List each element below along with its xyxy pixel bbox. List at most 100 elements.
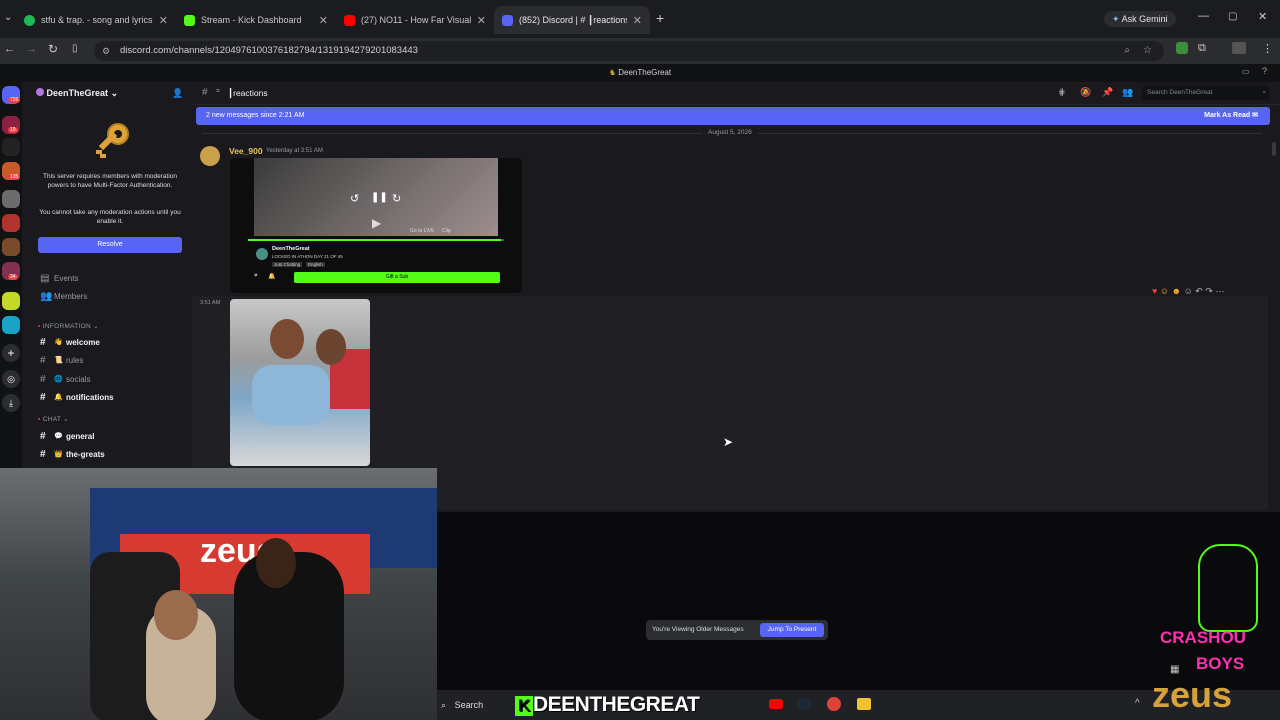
close-icon[interactable]: ✕ — [319, 14, 328, 27]
server-icon[interactable] — [2, 138, 20, 156]
channel-general[interactable]: # 💬 general 1 — [40, 428, 200, 444]
attachment-stream-screenshot[interactable]: ↺ ❚❚ ↻ ▶ Go to LIVE Clip DeenTheGreat LO… — [230, 158, 522, 293]
reaction-emoji-icon[interactable]: ☺ — [1160, 286, 1169, 296]
rewind-icon[interactable]: ↺ — [350, 192, 359, 205]
attachment-photo[interactable] — [230, 299, 370, 466]
server-icon[interactable] — [2, 214, 20, 232]
youtube-taskbar-icon[interactable] — [769, 699, 783, 709]
threads-icon[interactable]: ⋕ — [1058, 87, 1066, 98]
server-icon[interactable] — [2, 238, 20, 256]
pause-icon[interactable]: ❚❚ — [371, 192, 388, 203]
folder-taskbar-icon[interactable] — [857, 698, 871, 710]
clip-label[interactable]: Clip — [442, 228, 451, 234]
zoom-icon[interactable]: ⌕ — [1124, 41, 1130, 61]
progress-bar[interactable] — [248, 239, 504, 241]
mark-as-read-button[interactable]: Mark As Read ✉ — [1204, 107, 1258, 125]
jump-to-present-button[interactable]: Jump To Present — [760, 623, 824, 637]
search-placeholder: Search DeenTheGreat — [1147, 89, 1213, 96]
channel-header: # ⌗ ┃reactions ⋕ 🔕 📌 👥 Search DeenTheGre… — [192, 82, 1280, 105]
reaction-heart-icon[interactable]: ♥ — [1152, 286, 1157, 296]
steam-taskbar-icon[interactable] — [797, 697, 811, 711]
back-icon[interactable]: ← — [4, 43, 15, 55]
add-reaction-icon[interactable]: ☺ — [1184, 286, 1193, 296]
ask-gemini-button[interactable]: ✦ Ask Gemini — [1104, 11, 1176, 27]
gift-sub-button[interactable]: Gift a Sub — [294, 272, 500, 283]
search-input[interactable]: Search DeenTheGreat ⌕ — [1142, 86, 1270, 100]
sidebar-icon[interactable]: ▯ — [72, 43, 78, 54]
streamer-avatar — [256, 248, 268, 260]
server-icon[interactable] — [2, 292, 20, 310]
channel-the-greats[interactable]: # 👑 the-greats — [40, 446, 200, 462]
kick-icon — [184, 14, 195, 26]
tab-youtube[interactable]: (27) NO11 - How Far Visualizer ✕ — [336, 6, 494, 34]
events-label: Events — [54, 273, 79, 283]
maximize-icon[interactable]: ▢ — [1228, 11, 1237, 22]
tab-kick[interactable]: Stream - Kick Dashboard ✕ — [176, 6, 336, 34]
chrome-taskbar-icon[interactable] — [827, 697, 841, 711]
close-icon[interactable]: ✕ — [477, 14, 486, 27]
channel-welcome[interactable]: # 👋 welcome — [40, 334, 200, 350]
extension-icon[interactable] — [1176, 42, 1188, 54]
window-close-icon[interactable]: ✕ — [1258, 10, 1267, 23]
pin-icon[interactable]: 📌 — [1102, 87, 1113, 98]
taskbar-search[interactable]: ⌕ Search — [441, 695, 513, 715]
new-messages-bar[interactable]: 2 new messages since 2:21 AM Mark As Rea… — [196, 107, 1270, 125]
inbox-icon[interactable]: ▭ — [1242, 67, 1250, 76]
events-link[interactable]: ▤ Events — [40, 270, 200, 286]
webcam-person-head — [256, 538, 296, 588]
url-field[interactable]: ⚙ discord.com/channels/12049761003761827… — [94, 41, 1164, 61]
channel-socials[interactable]: # 🌐 socials — [40, 371, 200, 387]
tab-spotify[interactable]: stfu & trap. - song and lyrics by ✕ — [16, 6, 176, 34]
channel-sidebar: DeenTheGreat ⌄ 👤 This server requires me… — [22, 82, 200, 468]
profile-icon[interactable] — [1232, 42, 1246, 54]
reply-icon[interactable]: ↶ — [1195, 286, 1203, 296]
play-icon[interactable]: ▶ — [372, 216, 381, 230]
server-icon[interactable] — [2, 316, 20, 334]
tray-chevron-icon[interactable]: ^ — [1135, 698, 1140, 709]
discover-icon[interactable]: ◎ — [2, 370, 20, 388]
site-info-icon[interactable]: ⚙ — [102, 41, 110, 61]
resolve-button[interactable]: Resolve — [38, 237, 182, 253]
server-header[interactable]: DeenTheGreat ⌄ — [36, 88, 118, 99]
kick-name-overlay: K DEENTHEGREAT — [515, 692, 700, 718]
forward-icon[interactable]: ↻ — [392, 192, 401, 205]
extensions-puzzle-icon[interactable]: ⧉ — [1198, 42, 1206, 55]
reaction-laugh-icon[interactable]: ☻ — [1172, 286, 1181, 296]
address-bar-row: ← → ↻ ▯ ⚙ discord.com/channels/120497610… — [0, 38, 1280, 64]
avatar[interactable] — [200, 146, 220, 166]
scrollbar[interactable] — [1272, 142, 1276, 156]
member-list-icon[interactable]: 👥 — [1122, 87, 1133, 98]
tab-search-icon[interactable]: ⌄ — [4, 12, 12, 23]
add-member-icon[interactable]: 👤 — [172, 88, 183, 99]
download-icon[interactable]: ⤓ — [2, 394, 20, 412]
channel-notifications[interactable]: # 🔔 notifications 6 — [40, 389, 200, 405]
new-tab-icon[interactable]: + — [656, 10, 664, 26]
server-icon[interactable] — [2, 190, 20, 208]
forward-icon[interactable]: → — [26, 43, 37, 55]
close-icon[interactable]: ✕ — [159, 14, 168, 27]
members-link[interactable]: 👥 Members — [40, 288, 200, 304]
help-icon[interactable]: ? — [1262, 66, 1267, 76]
close-icon[interactable]: ✕ — [633, 14, 642, 27]
forward-message-icon[interactable]: ↷ — [1205, 286, 1213, 296]
mark-read-label: Mark As Read — [1204, 112, 1251, 119]
stream-tag: Just Chatting — [272, 262, 303, 267]
mute-icon[interactable]: 🔕 — [1080, 87, 1091, 98]
go-live-label[interactable]: Go to LIVE — [410, 228, 434, 234]
channel-rules[interactable]: # 📜 rules — [40, 352, 200, 368]
category-information[interactable]: ▪ INFORMATION ⌄ — [38, 322, 99, 330]
add-server-icon[interactable]: + — [2, 344, 20, 362]
photo-person — [270, 319, 304, 359]
category-chat[interactable]: ▪ CHAT ⌄ — [38, 415, 69, 423]
message-author[interactable]: Vee_900 — [229, 146, 263, 156]
tab-discord[interactable]: (852) Discord | # ┃reactions ✕ — [494, 6, 650, 34]
minimize-icon[interactable]: — — [1198, 10, 1209, 22]
reload-icon[interactable]: ↻ — [48, 42, 58, 56]
heart-icon[interactable]: ♥ — [254, 273, 258, 279]
app-title: DeenTheGreat — [618, 68, 672, 77]
more-icon[interactable]: ⋯ — [1215, 286, 1224, 296]
bookmark-star-icon[interactable]: ☆ — [1143, 41, 1152, 61]
channel-name: welcome — [66, 337, 100, 347]
menu-icon[interactable]: ⋮ — [1262, 42, 1273, 55]
bell-icon[interactable]: 🔔 — [268, 273, 275, 280]
